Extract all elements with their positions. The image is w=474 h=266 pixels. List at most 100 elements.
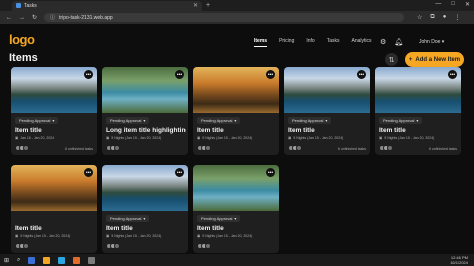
item-card[interactable]: ••• Pending Approval ▾ Long item title h… [102, 67, 188, 155]
calendar-icon: ▣ [106, 234, 110, 238]
item-dates: ▣ 5 Nights (Jan 15 - Jan 20, 2024) [197, 234, 252, 238]
status-badge[interactable]: Pending Approval ▾ [197, 215, 241, 222]
item-card[interactable]: ••• Pending Approval ▾ Item title ▣ 5 Ni… [284, 67, 370, 155]
browser-tab[interactable]: Tasks ✕ [12, 0, 202, 11]
date-range: 5 Nights (Jan 15 - Jan 20, 2024) [111, 234, 162, 238]
status-badge[interactable]: Pending Approval ▾ [106, 215, 150, 222]
item-dates: ▣ 5 Nights (Jan 15 - Jan 20, 2024) [15, 234, 70, 238]
calendar-icon: ▣ [15, 136, 19, 140]
item-card[interactable]: ••• Pending Approval ▾ Item title ▣ Jan … [11, 67, 97, 155]
taskbar-app-icon[interactable] [88, 256, 96, 264]
more-options-icon[interactable]: ••• [266, 70, 275, 79]
extensions-icon[interactable]: ⧉ [430, 14, 434, 21]
tab-close-icon[interactable]: ✕ [193, 2, 198, 9]
forward-icon[interactable]: → [19, 15, 25, 21]
item-card[interactable]: ••• Pending Approval ▾ Item title ▣ 5 Ni… [193, 67, 279, 155]
logo[interactable]: logo [9, 32, 35, 47]
taskbar-app-icon[interactable] [58, 256, 66, 264]
minimize-button[interactable]: — [435, 1, 441, 8]
more-options-icon[interactable]: ••• [175, 70, 184, 79]
new-tab-button[interactable]: + [206, 2, 210, 9]
status-badge[interactable]: Pending Approval ▾ [379, 117, 423, 124]
avatar [114, 243, 120, 249]
status-badge[interactable]: Pending Approval ▾ [106, 117, 150, 124]
os-taskbar: ⊞ ⌕ 12:46 PM 16/1/2024 [0, 254, 474, 266]
avatar [23, 145, 29, 151]
site-info-icon[interactable]: ⓘ [50, 14, 55, 21]
avatar [205, 243, 211, 249]
settings-icon[interactable]: ⚙ [380, 38, 386, 46]
taskbar-search-icon[interactable]: ⌕ [17, 257, 20, 264]
avatar [387, 145, 393, 151]
assignees [379, 145, 393, 151]
avatar [296, 145, 302, 151]
add-item-label: Add a New Item [415, 56, 461, 63]
url-text: tripo-task-2131.web.app [59, 14, 113, 21]
item-title: Item title [379, 127, 406, 134]
chevron-down-icon: ▾ [234, 216, 237, 221]
calendar-icon: ▣ [197, 234, 201, 238]
chevron-down-icon: ▾ [234, 118, 237, 123]
date-range: 5 Nights (Jan 15 - Jan 20, 2024) [202, 234, 253, 238]
calendar-icon: ▣ [106, 136, 110, 140]
more-options-icon[interactable]: ••• [175, 168, 184, 177]
assignees [288, 145, 302, 151]
user-menu[interactable]: John Doe ▾ [419, 39, 444, 45]
item-card[interactable]: ••• Pending Approval ▾ Item title ▣ 5 Ni… [375, 67, 461, 155]
chevron-down-icon: ▾ [441, 39, 445, 45]
item-card[interactable]: ••• Pending Approval ▾ Item title ▣ 5 Ni… [102, 165, 188, 253]
status-label: Pending Approval [292, 118, 324, 123]
status-badge[interactable]: Pending Approval ▾ [197, 117, 241, 124]
add-item-button[interactable]: + Add a New Item [405, 52, 464, 67]
date-range: 5 Nights (Jan 15 - Jan 20, 2024) [384, 136, 435, 140]
item-dates: ▣ 5 Nights (Jan 15 - Jan 20, 2024) [288, 136, 343, 140]
date-range: 5 Nights (Jan 15 - Jan 20, 2024) [111, 136, 162, 140]
item-title: Long item title highlighting ... [106, 127, 186, 134]
close-window-button[interactable]: ✕ [465, 1, 470, 8]
browser-tabstrip: Tasks ✕ + — □ ✕ [0, 0, 474, 11]
item-dates: ▣ 5 Nights (Jan 15 - Jan 20, 2024) [379, 136, 434, 140]
more-options-icon[interactable]: ••• [84, 168, 93, 177]
system-clock[interactable]: 12:46 PM 16/1/2024 [450, 255, 468, 265]
more-options-icon[interactable]: ••• [357, 70, 366, 79]
taskbar-app-icon[interactable] [28, 256, 36, 264]
filter-button[interactable]: ⇅ [385, 53, 398, 66]
more-options-icon[interactable]: ••• [84, 70, 93, 79]
bookmark-icon[interactable]: ☆ [417, 14, 422, 21]
taskbar-app-icon[interactable] [73, 256, 81, 264]
calendar-icon: ▣ [15, 234, 19, 238]
chevron-down-icon: ▾ [143, 216, 146, 221]
status-label: Pending Approval [201, 118, 233, 123]
status-badge[interactable]: Pending Approval ▾ [288, 117, 332, 124]
unfinished-tasks: 6 unfinished tasks [428, 147, 457, 151]
nav-pricing[interactable]: Pricing [279, 38, 294, 47]
nav-analytics[interactable]: Analytics [351, 38, 371, 47]
notification-bell-icon[interactable]: 🔔︎ [394, 38, 403, 46]
status-label: Pending Approval [110, 216, 142, 221]
item-card[interactable]: ••• Item title ▣ 5 Nights (Jan 15 - Jan … [11, 165, 97, 253]
item-card[interactable]: ••• Pending Approval ▾ Item title ▣ 5 Ni… [193, 165, 279, 253]
header-icons: ⚙ 🔔︎ [380, 38, 403, 46]
calendar-icon: ▣ [197, 136, 201, 140]
taskbar-app-icon[interactable] [43, 256, 51, 264]
more-options-icon[interactable]: ••• [266, 168, 275, 177]
browser-menu-icon[interactable]: ⋮ [454, 14, 460, 21]
more-options-icon[interactable]: ••• [448, 70, 457, 79]
nav-tasks[interactable]: Tasks [327, 38, 340, 47]
maximize-button[interactable]: □ [451, 1, 455, 8]
profile-icon[interactable]: ● [443, 14, 447, 21]
status-label: Pending Approval [19, 118, 51, 123]
nav-items[interactable]: Items [254, 38, 268, 47]
item-dates: ▣ Jan 16 - Jan 20, 2024 [15, 136, 54, 140]
reload-icon[interactable]: ↻ [32, 14, 37, 21]
start-icon[interactable]: ⊞ [4, 257, 9, 264]
item-title: Item title [288, 127, 315, 134]
calendar-icon: ▣ [379, 136, 383, 140]
assignees [106, 145, 120, 151]
chevron-down-icon: ▾ [143, 118, 146, 123]
back-icon[interactable]: ← [6, 15, 12, 21]
nav-info[interactable]: Info [306, 38, 314, 47]
address-bar[interactable]: ⓘ tripo-task-2131.web.app [44, 13, 405, 22]
status-badge[interactable]: Pending Approval ▾ [15, 117, 59, 124]
window-controls: — □ ✕ [435, 1, 470, 8]
